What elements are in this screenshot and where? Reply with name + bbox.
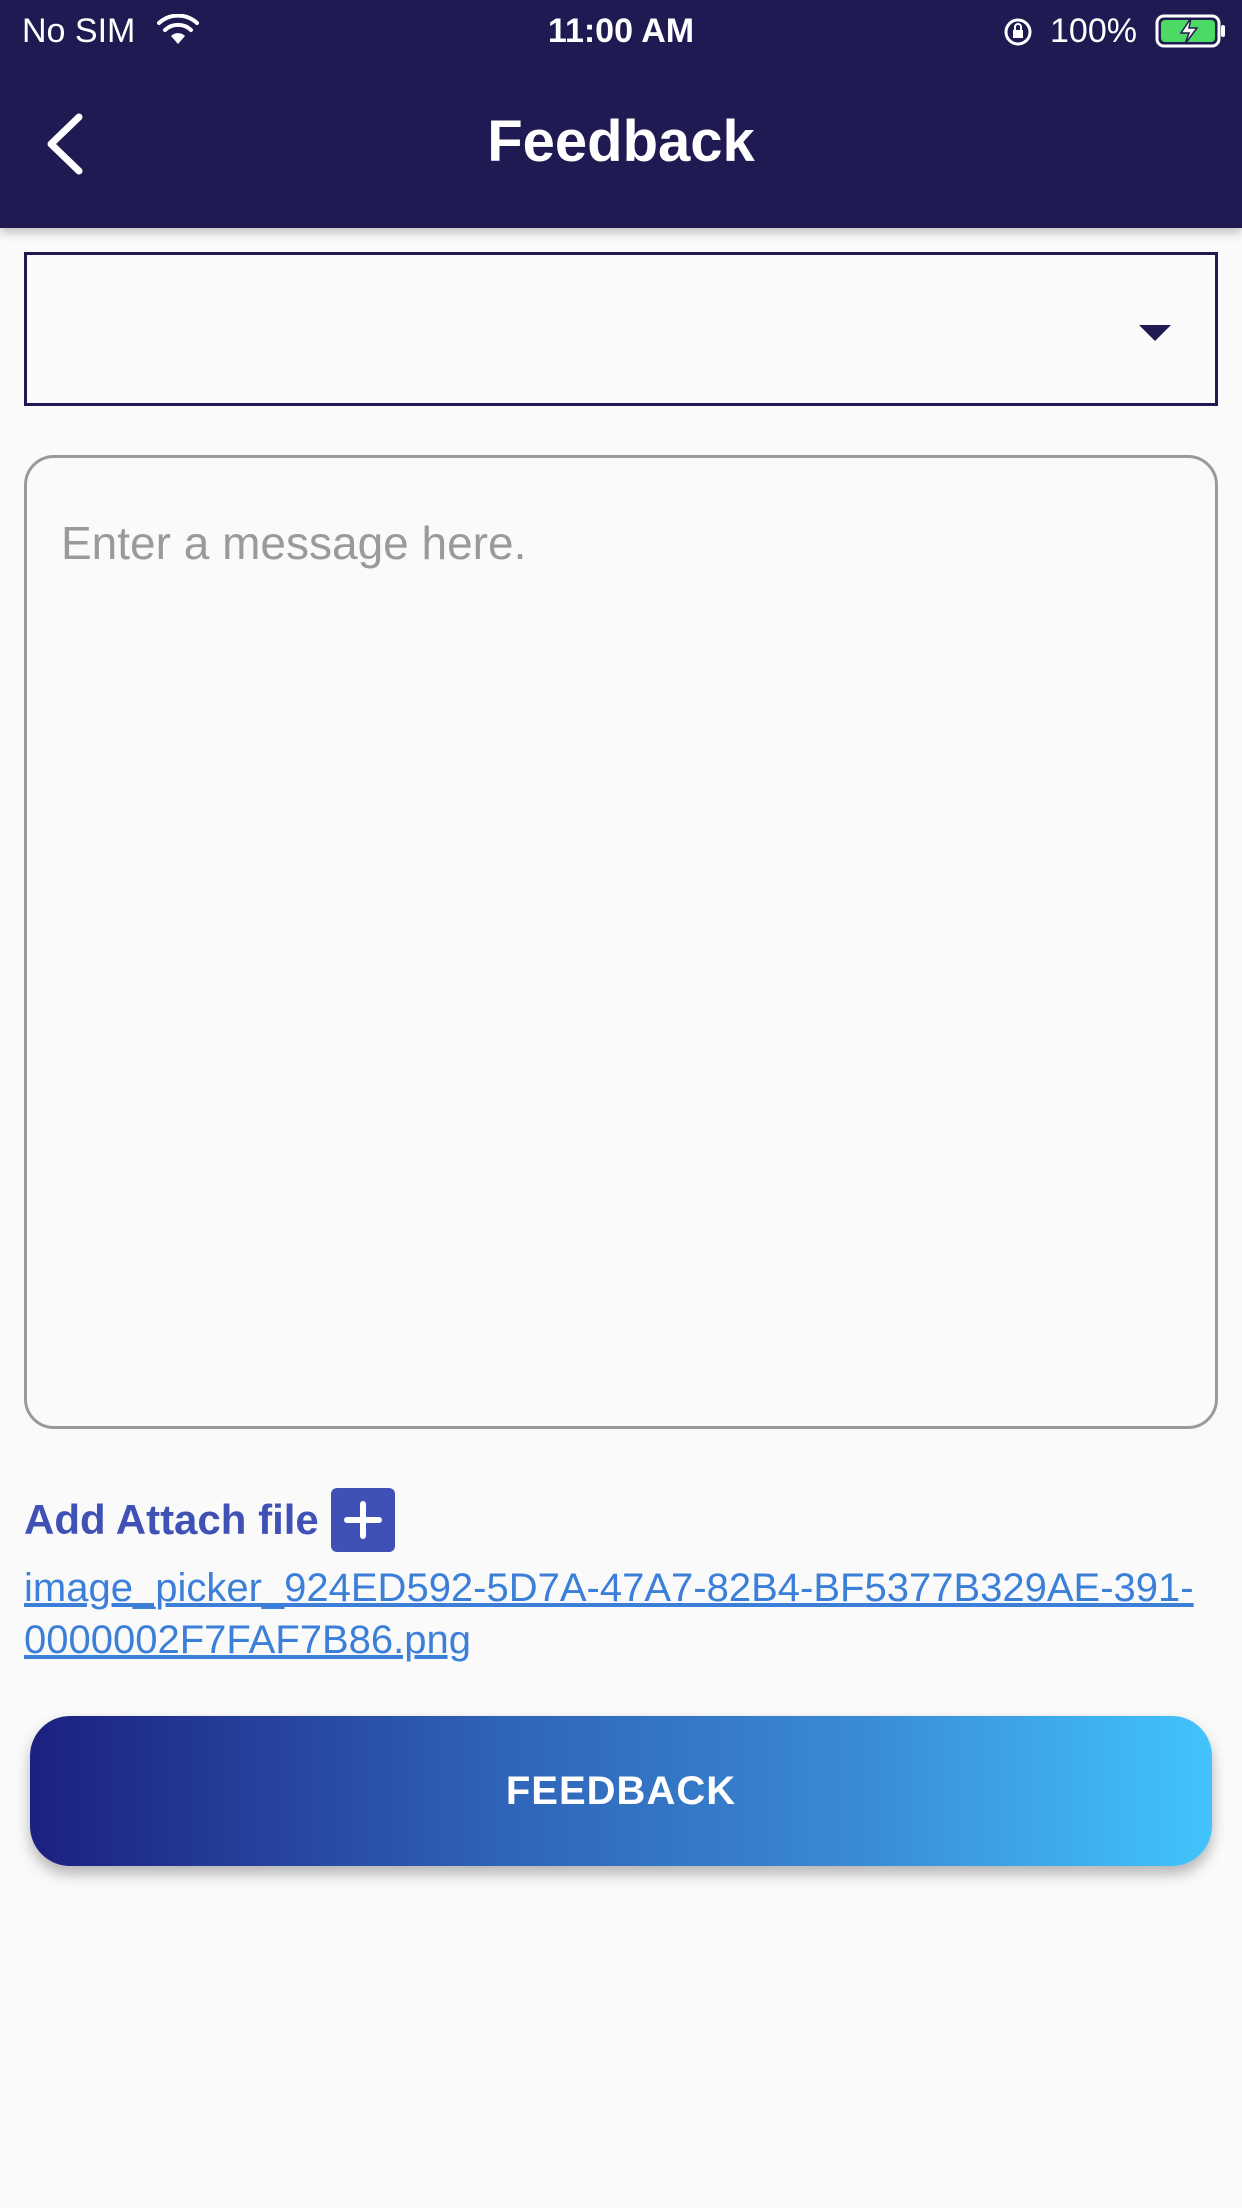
app-bar: Feedback	[0, 62, 1242, 228]
header: No SIM 11:00 AM 100% Feedback	[0, 0, 1242, 228]
attach-row: Add Attach file	[24, 1488, 395, 1552]
category-dropdown[interactable]	[24, 252, 1218, 406]
page-title: Feedback	[487, 109, 755, 174]
attachment-filename-link[interactable]: image_picker_924ED592-5D7A-47A7-82B4-BF5…	[24, 1562, 1204, 1666]
submit-button-label: FEEDBACK	[505, 1768, 737, 1813]
feedback-screen: No SIM 11:00 AM 100% Feedback Enter a me…	[0, 0, 1242, 2208]
feedback-submit-button[interactable]: FEEDBACK	[30, 1716, 1212, 1866]
triangle-down-icon	[1139, 325, 1171, 341]
plus-icon	[343, 1501, 382, 1539]
attach-label: Add Attach file	[24, 1496, 319, 1543]
battery-percent: 100%	[1050, 12, 1137, 50]
orientation-lock-icon	[1004, 18, 1032, 46]
add-attachment-button[interactable]	[330, 1488, 395, 1552]
status-bar: No SIM 11:00 AM 100%	[0, 0, 1242, 62]
message-box	[24, 455, 1218, 1429]
battery-charging-icon	[1155, 14, 1225, 48]
message-input[interactable]	[27, 458, 1215, 1426]
